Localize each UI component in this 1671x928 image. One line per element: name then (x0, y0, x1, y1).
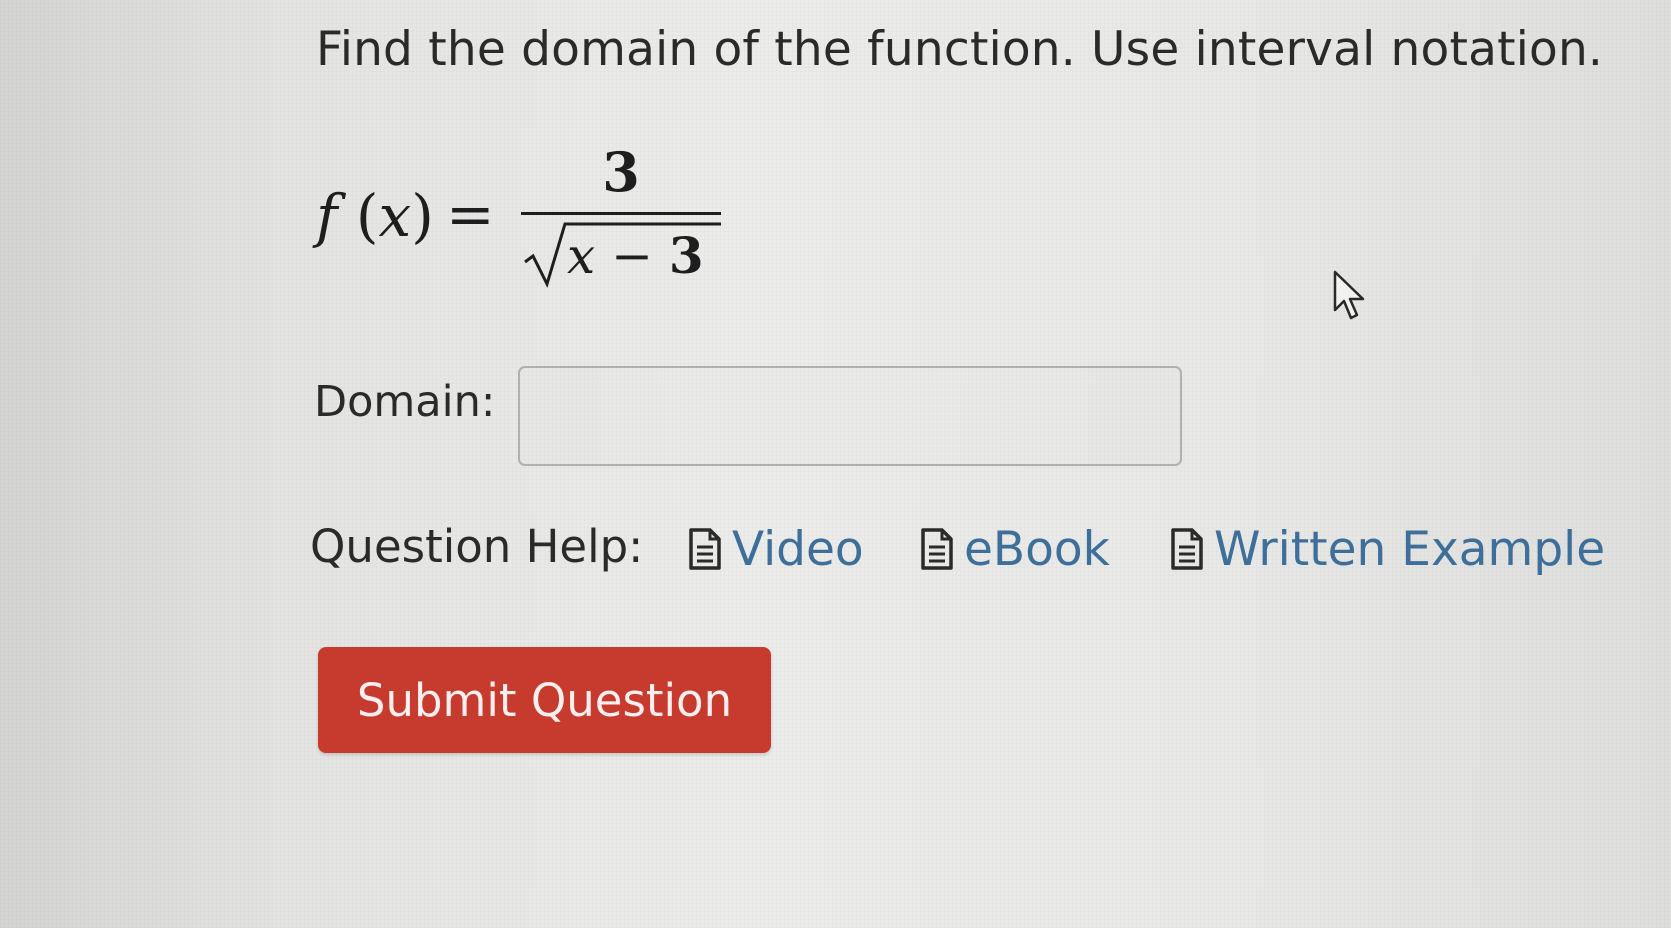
formula-function-name: f (316, 182, 338, 250)
fraction-bar (521, 212, 721, 215)
formula-equals: = (446, 180, 495, 248)
help-link-ebook[interactable]: eBook (920, 522, 1110, 577)
document-icon (1171, 528, 1203, 570)
question-help-label: Question Help: (310, 520, 644, 573)
help-link-label: Video (732, 522, 864, 577)
formula-fraction: 3 x − 3 (521, 140, 721, 290)
domain-label: Domain: (314, 377, 496, 427)
formula-denominator: x − 3 (521, 220, 721, 290)
document-icon (689, 528, 721, 570)
mouse-pointer-icon (1333, 270, 1369, 326)
help-link-label: eBook (964, 522, 1110, 577)
help-link-label: Written Example (1214, 522, 1606, 577)
formula-numerator: 3 (602, 140, 640, 204)
formula-variable: x (378, 182, 412, 250)
formula-radicand: x − 3 (567, 226, 704, 285)
formula-lhs: f (x) (316, 182, 434, 250)
submit-question-button[interactable]: Submit Question (318, 647, 771, 753)
document-icon (921, 528, 953, 570)
help-link-video[interactable]: Video (688, 522, 864, 577)
help-link-written-example[interactable]: Written Example (1170, 522, 1605, 577)
question-help: Question Help: Video eBook Written Examp… (310, 516, 1650, 586)
question-prompt: Find the domain of the function. Use int… (316, 22, 1604, 77)
domain-input[interactable] (518, 366, 1182, 466)
